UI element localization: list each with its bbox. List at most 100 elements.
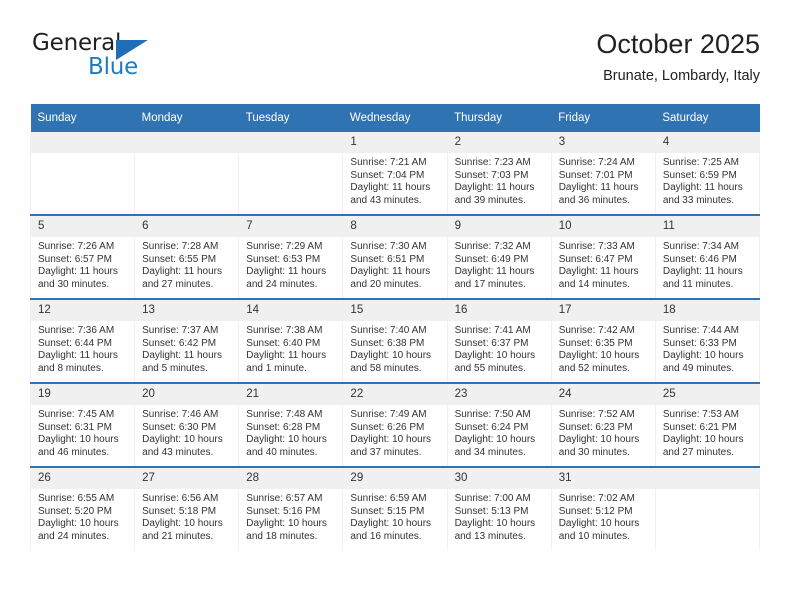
sunset-text: Sunset: 6:28 PM [246,421,321,433]
calendar-day-cell[interactable]: 19 Sunrise: 7:45 AM Sunset: 6:31 PM Dayligh… [29,382,136,467]
sunrise-text: Sunrise: 7:48 AM [246,409,323,420]
sunset-text: Sunset: 5:15 PM [350,505,425,517]
calendar-week-row: 19 Sunrise: 7:45 AM Sunset: 6:31 PM Dayligh… [29,382,761,467]
day-details [135,153,238,157]
calendar-day-cell[interactable]: 7 Sunrise: 7:29 AM Sunset: 6:53 PM Daylight… [238,214,344,299]
calendar-day-cell[interactable]: 15 Sunrise: 7:40 AM Sunset: 6:38 PM Dayligh… [342,298,448,383]
page-title: October 2025 [596,29,760,59]
daylight-text: Daylight: 10 hours [38,518,119,530]
day-number [655,468,759,489]
sunset-text: Sunset: 7:01 PM [558,169,633,181]
calendar-day-cell[interactable]: 21 Sunrise: 7:48 AM Sunset: 6:28 PM Dayligh… [238,382,344,467]
sunset-text: Sunset: 7:03 PM [454,169,529,181]
daylight-text-cont: and 40 minutes. [246,446,318,458]
day-details: Sunrise: 7:52 AM Sunset: 6:23 PM Daylight:… [552,405,655,459]
calendar-day-cell[interactable]: 27 Sunrise: 6:56 AM Sunset: 5:18 PM Dayligh… [134,466,240,550]
calendar-day-cell[interactable]: 23 Sunrise: 7:50 AM Sunset: 6:24 PM Dayligh… [446,382,552,467]
daylight-text: Daylight: 10 hours [350,350,432,362]
sunset-text: Sunset: 6:26 PM [350,421,425,433]
day-number: 27 [135,468,239,489]
calendar-day-cell[interactable]: 31 Sunrise: 7:02 AM Sunset: 5:12 PM Dayligh… [550,466,656,550]
daylight-text: Daylight: 11 hours [246,350,327,362]
sunset-text: Sunset: 6:31 PM [38,421,112,433]
sunrise-text: Sunrise: 6:56 AM [142,493,219,504]
day-number: 15 [343,300,447,321]
sunset-text: Sunset: 6:23 PM [558,421,633,433]
day-details: Sunrise: 7:44 AM Sunset: 6:33 PM Daylight:… [656,321,759,375]
day-details: Sunrise: 7:45 AM Sunset: 6:31 PM Daylight:… [31,405,134,459]
calendar-day-cell[interactable]: 10 Sunrise: 7:33 AM Sunset: 6:47 PM Dayligh… [550,214,656,299]
calendar-day-cell[interactable]: 20 Sunrise: 7:46 AM Sunset: 6:30 PM Dayligh… [134,382,240,467]
day-details: Sunrise: 7:49 AM Sunset: 6:26 PM Daylight:… [343,405,446,459]
weekday-header-monday: Monday [134,104,239,132]
daylight-text: Daylight: 10 hours [662,434,744,446]
sunrise-text: Sunrise: 7:30 AM [350,241,427,252]
daylight-text-cont: and 34 minutes. [454,446,526,458]
day-details: Sunrise: 7:36 AM Sunset: 6:44 PM Daylight:… [31,321,134,375]
calendar-day-cell[interactable]: 29 Sunrise: 6:59 AM Sunset: 5:15 PM Dayligh… [342,466,448,550]
sunset-text: Sunset: 6:55 PM [142,253,217,265]
day-number: 4 [655,132,759,153]
day-number: 20 [135,384,239,405]
calendar-day-cell[interactable]: 26 Sunrise: 6:55 AM Sunset: 5:20 PM Dayligh… [29,466,136,550]
day-details: Sunrise: 7:30 AM Sunset: 6:51 PM Daylight:… [343,237,446,291]
sunrise-text: Sunrise: 7:45 AM [38,409,115,420]
sunset-text: Sunset: 6:47 PM [558,253,633,265]
calendar-day-cell[interactable]: 13 Sunrise: 7:37 AM Sunset: 6:42 PM Dayligh… [134,298,240,383]
calendar-day-cell[interactable]: 14 Sunrise: 7:38 AM Sunset: 6:40 PM Dayligh… [238,298,344,383]
calendar-day-cell[interactable]: 18 Sunrise: 7:44 AM Sunset: 6:33 PM Dayligh… [654,298,761,383]
calendar-day-cell[interactable]: 11 Sunrise: 7:34 AM Sunset: 6:46 PM Dayligh… [654,214,761,299]
calendar-table: Sunday Monday Tuesday Wednesday Thursday Frid… [29,104,761,550]
calendar-day-cell[interactable]: 1 Sunrise: 7:21 AM Sunset: 7:04 PM Daylight… [342,132,448,215]
daylight-text: Daylight: 11 hours [38,266,118,278]
sunrise-text: Sunrise: 7:02 AM [558,493,635,504]
calendar-day-cell[interactable]: 12 Sunrise: 7:36 AM Sunset: 6:44 PM Dayligh… [29,298,136,383]
sunset-text: Sunset: 5:16 PM [246,505,321,517]
calendar-week-row: 1 Sunrise: 7:21 AM Sunset: 7:04 PM Daylight… [29,132,761,215]
sunset-text: Sunset: 6:40 PM [246,337,321,349]
day-number [31,132,135,153]
calendar-day-cell[interactable]: 17 Sunrise: 7:42 AM Sunset: 6:35 PM Dayligh… [550,298,656,383]
weekday-header-friday: Friday [551,104,656,132]
sunrise-text: Sunrise: 7:34 AM [662,241,739,252]
calendar-day-cell[interactable]: 5 Sunrise: 7:26 AM Sunset: 6:57 PM Daylight… [29,214,136,299]
daylight-text-cont: and 52 minutes. [558,362,630,374]
calendar-day-cell[interactable]: 25 Sunrise: 7:53 AM Sunset: 6:21 PM Dayligh… [654,382,761,467]
sunrise-text: Sunrise: 7:49 AM [350,409,427,420]
calendar-day-cell[interactable]: 9 Sunrise: 7:32 AM Sunset: 6:49 PM Daylight… [446,214,552,299]
weekday-header-sunday: Sunday [30,104,135,132]
day-details: Sunrise: 7:23 AM Sunset: 7:03 PM Daylight:… [448,153,551,207]
daylight-text-cont: and 11 minutes. [662,278,734,290]
daylight-text: Daylight: 10 hours [662,350,744,362]
calendar-day-cell[interactable]: 28 Sunrise: 6:57 AM Sunset: 5:16 PM Dayligh… [238,466,344,550]
calendar-cell-empty [238,132,344,215]
calendar-day-cell[interactable]: 24 Sunrise: 7:52 AM Sunset: 6:23 PM Dayligh… [550,382,656,467]
sunrise-text: Sunrise: 7:53 AM [662,409,739,420]
calendar-day-cell[interactable]: 6 Sunrise: 7:28 AM Sunset: 6:55 PM Daylight… [134,214,240,299]
daylight-text-cont: and 27 minutes. [662,446,735,458]
day-details: Sunrise: 6:57 AM Sunset: 5:16 PM Daylight:… [239,489,342,543]
daylight-text-cont: and 21 minutes. [142,530,214,542]
day-number: 31 [551,468,655,489]
brand-name-general: General [32,30,122,56]
sunrise-text: Sunrise: 7:36 AM [38,325,115,336]
calendar-day-cell[interactable]: 16 Sunrise: 7:41 AM Sunset: 6:37 PM Dayligh… [446,298,552,383]
daylight-text: Daylight: 10 hours [350,434,432,446]
calendar-day-cell[interactable]: 3 Sunrise: 7:24 AM Sunset: 7:01 PM Daylight… [550,132,656,215]
calendar-day-cell[interactable]: 2 Sunrise: 7:23 AM Sunset: 7:03 PM Daylight… [446,132,552,215]
calendar-day-cell[interactable]: 22 Sunrise: 7:49 AM Sunset: 6:26 PM Dayligh… [342,382,448,467]
day-number: 6 [135,216,239,237]
calendar-day-cell[interactable]: 8 Sunrise: 7:30 AM Sunset: 6:51 PM Daylight… [342,214,448,299]
daylight-text-cont: and 30 minutes. [38,278,110,290]
sunset-text: Sunset: 5:20 PM [38,505,112,517]
day-number: 17 [551,300,655,321]
day-number [239,132,343,153]
calendar-day-cell[interactable]: 4 Sunrise: 7:25 AM Sunset: 6:59 PM Daylight… [654,132,761,215]
calendar-day-cell[interactable]: 30 Sunrise: 7:00 AM Sunset: 5:13 PM Dayligh… [446,466,552,550]
daylight-text: Daylight: 10 hours [246,434,327,446]
sunrise-text: Sunrise: 7:37 AM [142,325,219,336]
daylight-text-cont: and 18 minutes. [246,530,318,542]
weekday-header-wednesday: Wednesday [342,104,448,132]
brand-logo[interactable]: General Blue [30,28,250,88]
sunrise-text: Sunrise: 7:50 AM [454,409,531,420]
